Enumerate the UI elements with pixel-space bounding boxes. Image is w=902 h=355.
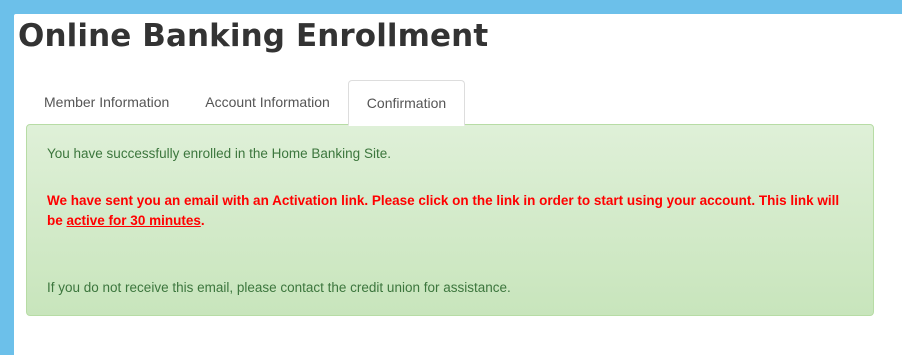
tab-account-information[interactable]: Account Information [187,79,348,125]
activation-duration: active for 30 minutes [66,213,201,228]
activation-warning: We have sent you an email with an Activa… [47,191,853,231]
tab-member-information[interactable]: Member Information [26,79,187,125]
enrollment-tabs: Member Information Account Information C… [26,78,876,126]
tab-confirmation[interactable]: Confirmation [347,80,466,126]
page-title: Online Banking Enrollment [18,18,489,54]
tab-label: Confirmation [366,95,447,111]
tab-label: Member Information [44,94,170,110]
tab-label: Account Information [205,94,330,110]
assistance-message: If you do not receive this email, please… [47,280,511,295]
activation-period: . [200,213,205,228]
success-message: You have successfully enrolled in the Ho… [47,146,391,161]
success-alert: You have successfully enrolled in the Ho… [26,124,874,316]
